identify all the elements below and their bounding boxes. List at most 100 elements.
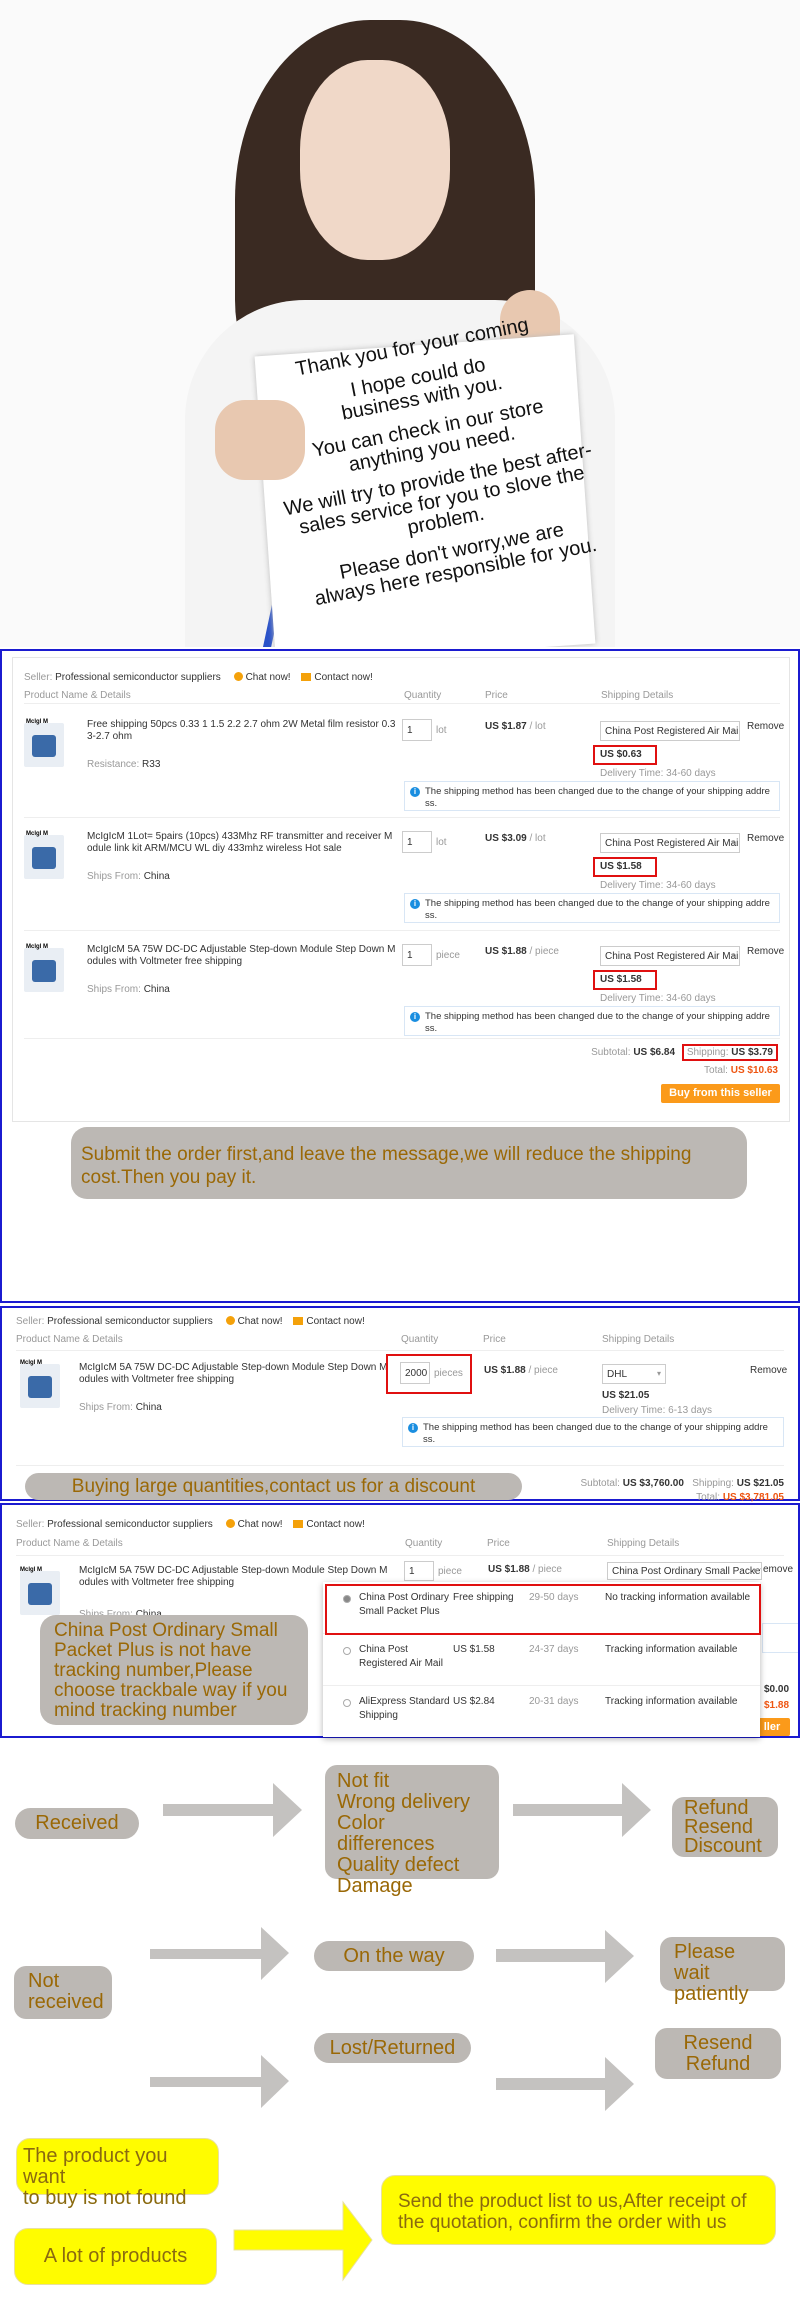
cart-item: Mclgl M McIgIcM 1Lot= 5pairs (10pcs) 433…	[2, 827, 800, 927]
attr-label: Resistance:	[87, 759, 140, 770]
remove-button[interactable]: Remove	[747, 833, 784, 844]
header-product: Product Name & Details	[16, 1538, 123, 1549]
label: received	[28, 1991, 104, 2013]
shipping-option[interactable]: China Post Registered Air Mail US $1.58 …	[323, 1634, 760, 1686]
quantity-input[interactable]: 1	[404, 1561, 434, 1581]
chat-now-link[interactable]: Chat now!	[225, 1519, 283, 1530]
chevron-down-icon: ▾	[730, 838, 735, 847]
arrow-right-icon	[150, 1927, 289, 1980]
product-title-cont[interactable]: odules with Voltmeter free shipping	[79, 1577, 234, 1588]
seller-label: Seller:	[24, 672, 53, 683]
shipping-select[interactable]: DHL ▾	[602, 1364, 666, 1384]
chevron-down-icon: ▾	[656, 1369, 661, 1378]
header-price: Price	[487, 1538, 510, 1549]
shipping-label: Shipping:	[686, 1047, 729, 1058]
brand-logo: Mclgl M	[26, 831, 48, 837]
brand-logo: Mclgl M	[26, 944, 48, 950]
quantity-input[interactable]: 1	[402, 719, 432, 741]
send-product-list: Send the product list to us,After receip…	[381, 2175, 776, 2245]
shipping-value: US $3.79	[731, 1047, 773, 1058]
subtotal-value: US $6.84	[633, 1047, 676, 1058]
unit: lot	[436, 837, 447, 848]
unit: lot	[436, 725, 447, 736]
price: US $1.88	[485, 946, 527, 957]
remove-button[interactable]: Remove	[747, 946, 784, 957]
product-title-cont[interactable]: odule link kit ARM/MCU WL diy 433mhz wir…	[87, 843, 342, 854]
chat-now-link[interactable]: Chat now!	[225, 1316, 283, 1327]
option-cost: US $2.84	[453, 1696, 495, 1707]
product-title[interactable]: McIgIcM 1Lot= 5pairs (10pcs) 433Mhz RF t…	[87, 831, 392, 842]
chat-label: Chat now!	[245, 672, 291, 683]
contact-now-link[interactable]: Contact now!	[293, 1316, 365, 1327]
brand-logo: Mclgl M	[26, 719, 48, 725]
buy-from-seller-button[interactable]: Buy from this seller	[661, 1084, 780, 1103]
delivery-time: 6-13 days	[668, 1405, 713, 1416]
shipping-option[interactable]: AliExpress Standard Shipping US $2.84 20…	[323, 1686, 760, 1737]
quantity-input[interactable]: 1	[402, 831, 432, 853]
callout-message: Buying large quantities,contact us for a…	[25, 1473, 522, 1500]
option-tracking: Tracking information available	[605, 1644, 738, 1655]
product-title[interactable]: McIgIcM 5A 75W DC-DC Adjustable Step-dow…	[79, 1362, 387, 1373]
label: Resend	[683, 2032, 753, 2054]
shipping-cost: US $1.58	[600, 861, 642, 872]
product-title-cont[interactable]: odules with Voltmeter free shipping	[87, 956, 242, 967]
remove-button[interactable]: Remove	[750, 1365, 787, 1376]
notice-text: The shipping method has been changed due…	[425, 898, 770, 909]
chat-icon	[225, 1316, 235, 1325]
total-value: US $10.63	[730, 1065, 778, 1076]
attr-value: R33	[142, 759, 161, 770]
shipping-cost: US $1.58	[600, 974, 642, 985]
price: US $1.87	[485, 721, 527, 732]
seller-name[interactable]: Professional semiconductor suppliers	[47, 1316, 213, 1327]
radio[interactable]	[343, 1647, 351, 1655]
product-image[interactable]	[24, 835, 64, 879]
shipping-select[interactable]: China Post Registered Air Mail ▾	[600, 721, 740, 741]
reason: Wrong delivery	[337, 1791, 471, 1813]
product-image[interactable]	[20, 1571, 60, 1615]
product-title-cont[interactable]: odules with Voltmeter free shipping	[79, 1374, 234, 1385]
contact-now-link[interactable]: Contact now!	[293, 1519, 365, 1530]
shipping-notice: i The shipping method has been changed du…	[402, 1417, 784, 1447]
subtotal-label: Subtotal:	[591, 1047, 631, 1058]
header-quantity: Quantity	[404, 690, 442, 701]
product-image[interactable]	[24, 723, 64, 767]
quantity-input[interactable]: 1	[402, 944, 432, 966]
product-title[interactable]: McIgIcM 5A 75W DC-DC Adjustable Step-dow…	[79, 1565, 387, 1576]
header-price: Price	[485, 690, 508, 701]
subtotal-value: US $3,760.00	[622, 1478, 684, 1489]
seller-name[interactable]: Professional semiconductor suppliers	[55, 672, 221, 683]
shipping-select[interactable]: China Post Registered Air Mail ▾	[600, 946, 740, 966]
product-image[interactable]	[24, 948, 64, 992]
chat-label: Chat now!	[237, 1316, 283, 1327]
chat-now-link[interactable]: Chat now!	[233, 672, 291, 683]
chevron-down-icon: ▾	[730, 726, 735, 735]
shipping-total-highlight: Shipping: US $3.79	[681, 1044, 778, 1061]
product-title-cont[interactable]: 3-2.7 ohm	[87, 731, 132, 742]
quantity-input[interactable]: 2000	[400, 1362, 430, 1384]
shipping-method: China Post Ordinary Small Packet	[612, 1566, 762, 1577]
seller-name[interactable]: Professional semiconductor suppliers	[47, 1519, 213, 1530]
delivery-label: Delivery Time:	[602, 1405, 666, 1416]
option-days: 20-31 days	[529, 1696, 579, 1707]
product-not-found: The product you want to buy is not found	[16, 2138, 219, 2209]
product-image[interactable]	[20, 1364, 60, 1408]
info-icon: i	[410, 787, 420, 797]
remove-button[interactable]: emove	[763, 1564, 793, 1575]
reason: Color differences	[337, 1812, 435, 1855]
product-title[interactable]: Free shipping 50pcs 0.33 1 1.5 2.2 2.7 o…	[87, 719, 396, 730]
radio[interactable]	[343, 1699, 351, 1707]
price-unit: / lot	[529, 721, 546, 732]
contact-now-link[interactable]: Contact now!	[301, 672, 373, 683]
status-lost-returned: Lost/Returned	[314, 2033, 471, 2063]
contact-label: Contact now!	[306, 1519, 365, 1530]
product-title[interactable]: McIgIcM 5A 75W DC-DC Adjustable Step-dow…	[87, 944, 395, 955]
shipping-cost: US $0.63	[600, 749, 642, 760]
shipping-select[interactable]: China Post Ordinary Small Packet ▾	[607, 1562, 762, 1580]
attr-value: China	[135, 1402, 162, 1413]
remove-button[interactable]: Remove	[747, 721, 784, 732]
chat-icon	[233, 672, 243, 681]
reason: Damage	[337, 1875, 413, 1897]
reason: Not fit	[337, 1770, 390, 1792]
shipping-select[interactable]: China Post Registered Air Mail ▾	[600, 833, 740, 853]
arrow-right-icon	[496, 1930, 634, 1983]
